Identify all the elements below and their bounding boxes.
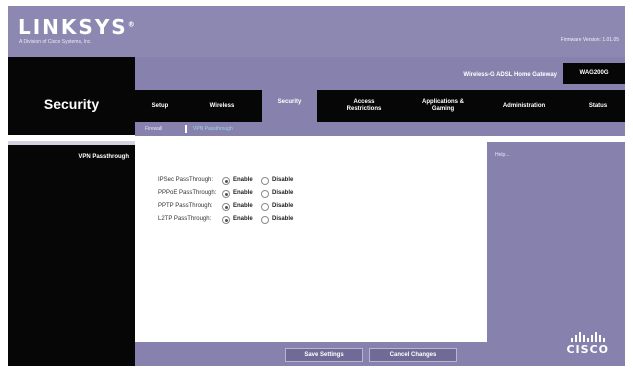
tab-applications-gaming[interactable]: Applications & Gaming bbox=[407, 90, 479, 122]
pppoe-disable-radio[interactable] bbox=[261, 190, 269, 198]
enable-label: Enable bbox=[233, 216, 253, 222]
tab-label: Applications & Gaming bbox=[421, 99, 464, 112]
subtab-vpn-passthrough[interactable]: VPN Passthrough bbox=[193, 126, 233, 132]
disable-label: Disable bbox=[272, 216, 294, 222]
submenu-vpn-passthrough: VPN Passthrough bbox=[78, 154, 129, 160]
help-link[interactable]: Help... bbox=[495, 152, 509, 158]
enable-label: Enable bbox=[233, 177, 253, 183]
tab-access-restrictions[interactable]: Access Restrictions bbox=[327, 90, 401, 122]
pptp-enable-radio[interactable] bbox=[222, 203, 230, 211]
ipsec-label: IPSec PassThrough: bbox=[158, 177, 214, 183]
left-column: Security VPN Passthrough bbox=[8, 57, 135, 366]
product-bar: Wireless-G ADSL Home Gateway WAG200G bbox=[135, 57, 625, 90]
pptp-disable-radio[interactable] bbox=[261, 203, 269, 211]
l2tp-enable-radio[interactable] bbox=[222, 216, 230, 224]
l2tp-label: L2TP PassThrough: bbox=[158, 216, 212, 222]
help-panel: Help... CISCO bbox=[487, 142, 625, 366]
ipsec-disable-radio[interactable] bbox=[261, 177, 269, 185]
ipsec-enable-radio[interactable] bbox=[222, 177, 230, 185]
tab-status[interactable]: Status bbox=[575, 90, 621, 122]
cisco-bars-icon bbox=[566, 332, 609, 342]
router-admin-page: LINKSYS® A Division of Cisco Systems, In… bbox=[8, 6, 625, 366]
enable-label: Enable bbox=[233, 203, 253, 209]
subtab-firewall[interactable]: Firewall bbox=[145, 126, 162, 132]
firmware-version: Firmware Version: 1.01.05 bbox=[560, 37, 619, 43]
pppoe-enable-radio[interactable] bbox=[222, 190, 230, 198]
linksys-logo: LINKSYS® bbox=[18, 15, 137, 39]
main-tabs: Setup Wireless Security Access Restricti… bbox=[135, 82, 625, 122]
bottom-button-bar: Save Settings Cancel Changes bbox=[135, 342, 487, 366]
tab-setup[interactable]: Setup bbox=[139, 90, 181, 122]
enable-label: Enable bbox=[233, 190, 253, 196]
cisco-wordmark: CISCO bbox=[566, 343, 609, 356]
product-name: Wireless-G ADSL Home Gateway bbox=[463, 72, 557, 78]
logo-subtitle: A Division of Cisco Systems, Inc. bbox=[19, 39, 92, 45]
save-settings-button[interactable]: Save Settings bbox=[285, 348, 363, 362]
model-number: WAG200G bbox=[563, 63, 625, 84]
tab-label: Access Restrictions bbox=[346, 99, 382, 112]
disable-label: Disable bbox=[272, 203, 294, 209]
tab-wireless[interactable]: Wireless bbox=[193, 90, 251, 122]
trademark-mark: ® bbox=[127, 20, 137, 29]
pppoe-label: PPPoE PassThrough: bbox=[158, 190, 217, 196]
cisco-logo: CISCO bbox=[566, 332, 609, 356]
l2tp-disable-radio[interactable] bbox=[261, 216, 269, 224]
disable-label: Disable bbox=[272, 190, 294, 196]
settings-panel: IPSec PassThrough: Enable Disable PPPoE … bbox=[135, 142, 487, 342]
divider bbox=[8, 141, 135, 145]
tab-administration[interactable]: Administration bbox=[485, 90, 563, 122]
header-bar: LINKSYS® A Division of Cisco Systems, In… bbox=[8, 6, 625, 57]
pptp-label: PPTP PassThrough: bbox=[158, 203, 213, 209]
cancel-changes-button[interactable]: Cancel Changes bbox=[369, 348, 457, 362]
page-title: Security bbox=[43, 96, 100, 112]
divider bbox=[185, 125, 187, 133]
sub-tabs: Firewall VPN Passthrough bbox=[135, 122, 625, 136]
disable-label: Disable bbox=[272, 177, 294, 183]
tab-security[interactable]: Security bbox=[262, 82, 317, 122]
